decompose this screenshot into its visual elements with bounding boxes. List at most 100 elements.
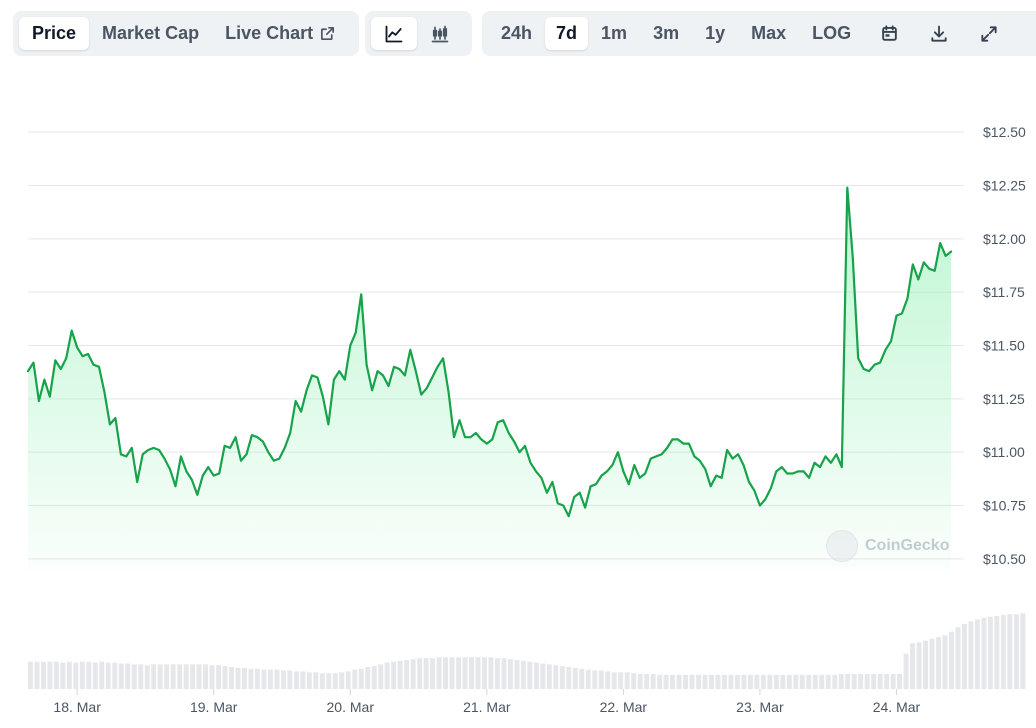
volume-bar xyxy=(92,662,98,689)
line-chart-icon xyxy=(384,24,404,44)
range-max[interactable]: Max xyxy=(738,17,799,50)
volume-bar xyxy=(520,660,526,689)
volume-bar xyxy=(683,674,688,689)
volume-bar xyxy=(670,674,675,689)
coingecko-logo-icon xyxy=(826,530,858,562)
volume-bar xyxy=(112,662,118,689)
volume-bar xyxy=(657,674,663,689)
y-tick-label: $12.00 xyxy=(983,231,1026,247)
volume-bar xyxy=(66,661,72,689)
volume-bar xyxy=(929,638,935,689)
volume-bar xyxy=(313,672,319,689)
volume-bar xyxy=(475,657,481,689)
volume-bar xyxy=(281,670,286,689)
price-chart[interactable]: $12.50 $12.25 $12.00 $11.75 $11.50 $11.25 $11.… xyxy=(0,56,1036,723)
tab-live-chart[interactable]: Live Chart xyxy=(212,17,349,50)
volume-bar xyxy=(611,672,617,689)
download-button[interactable] xyxy=(914,17,964,50)
volume-bar xyxy=(235,667,241,689)
candlestick-chart-button[interactable] xyxy=(417,17,463,50)
volume-bar xyxy=(157,664,163,689)
price-area-fill xyxy=(28,187,952,570)
x-tick-label: 22. Mar xyxy=(600,699,648,715)
volume-bar xyxy=(572,667,578,689)
volume-bar xyxy=(605,671,611,689)
volume-bar xyxy=(968,621,974,689)
volume-bar xyxy=(462,657,468,689)
log-scale-toggle[interactable]: LOG xyxy=(799,17,864,50)
volume-bar xyxy=(209,665,215,689)
expand-button[interactable] xyxy=(964,17,1014,50)
volume-bar xyxy=(741,674,747,689)
volume-bar xyxy=(1000,615,1006,689)
line-chart-button[interactable] xyxy=(371,17,417,50)
volume-bar xyxy=(923,640,928,689)
chart-view-group xyxy=(365,11,472,56)
volume-bar xyxy=(903,653,909,689)
volume-bar xyxy=(501,658,507,689)
chart-area: $12.50 $12.25 $12.00 $11.75 $11.50 $11.25 $11.… xyxy=(0,56,1036,723)
volume-bar xyxy=(371,666,377,689)
volume-bar xyxy=(676,674,682,689)
volume-bar xyxy=(319,673,325,689)
volume-bar xyxy=(28,661,33,689)
volume-bar xyxy=(488,657,494,689)
volume-bar xyxy=(190,664,196,689)
volume-bar xyxy=(663,674,669,689)
range-3m[interactable]: 3m xyxy=(640,17,692,50)
volume-bar xyxy=(469,657,474,689)
volume-bar xyxy=(41,661,46,689)
volume-bar xyxy=(780,674,786,689)
volume-bar xyxy=(86,661,92,689)
range-1m[interactable]: 1m xyxy=(588,17,640,50)
x-tick-label: 21. Mar xyxy=(463,699,511,715)
volume-bar xyxy=(871,674,877,689)
volume-bar xyxy=(326,673,332,689)
calendar-button[interactable] xyxy=(864,17,914,50)
volume-bar xyxy=(384,662,390,689)
volume-bar xyxy=(715,674,721,689)
volume-bar xyxy=(735,674,740,689)
range-1y[interactable]: 1y xyxy=(692,17,738,50)
volume-bar xyxy=(430,658,435,689)
volume-bar xyxy=(858,674,864,689)
x-tick-label: 23. Mar xyxy=(736,699,784,715)
volume-bar xyxy=(709,674,714,689)
volume-bar xyxy=(598,670,604,689)
range-tab-group: 24h 7d 1m 3m 1y Max LOG xyxy=(482,11,1036,56)
volume-bar xyxy=(417,658,423,689)
tab-price[interactable]: Price xyxy=(19,17,90,50)
calendar-icon xyxy=(880,24,899,43)
volume-bar xyxy=(391,661,397,689)
watermark: CoinGecko xyxy=(826,530,949,562)
x-axis: 18. Mar 19. Mar 20. Mar 21. Mar 22. Mar 23. M… xyxy=(53,689,921,715)
volume-bar xyxy=(196,664,202,689)
y-tick-label: $11.25 xyxy=(983,391,1025,407)
chart-toolbar: Price Market Cap Live Chart 24h 7d 1m 3m… xyxy=(0,0,1036,56)
range-24h[interactable]: 24h xyxy=(488,17,545,50)
volume-bar xyxy=(975,619,980,689)
volume-bar xyxy=(99,661,105,689)
volume-bar xyxy=(514,660,520,689)
volume-bar xyxy=(624,672,630,689)
y-tick-label: $11.75 xyxy=(983,284,1025,300)
volume-bar xyxy=(203,664,208,689)
volume-bar xyxy=(754,674,760,689)
volume-bar xyxy=(832,674,838,689)
range-7d[interactable]: 7d xyxy=(545,17,589,50)
x-tick-label: 19. Mar xyxy=(190,699,238,715)
volume-bar xyxy=(851,674,857,689)
volume-bar xyxy=(274,669,280,689)
candlestick-chart-icon xyxy=(430,24,450,44)
volume-bar xyxy=(242,667,247,689)
volume-bar xyxy=(773,674,779,689)
volume-bar xyxy=(760,674,766,689)
volume-bar xyxy=(378,664,384,689)
volume-bar xyxy=(268,669,273,689)
volume-bars xyxy=(28,613,1026,689)
volume-bar xyxy=(527,661,533,689)
volume-bar xyxy=(845,674,851,689)
volume-bar xyxy=(495,658,500,689)
tab-market-cap[interactable]: Market Cap xyxy=(89,17,212,50)
volume-bar xyxy=(981,617,987,689)
